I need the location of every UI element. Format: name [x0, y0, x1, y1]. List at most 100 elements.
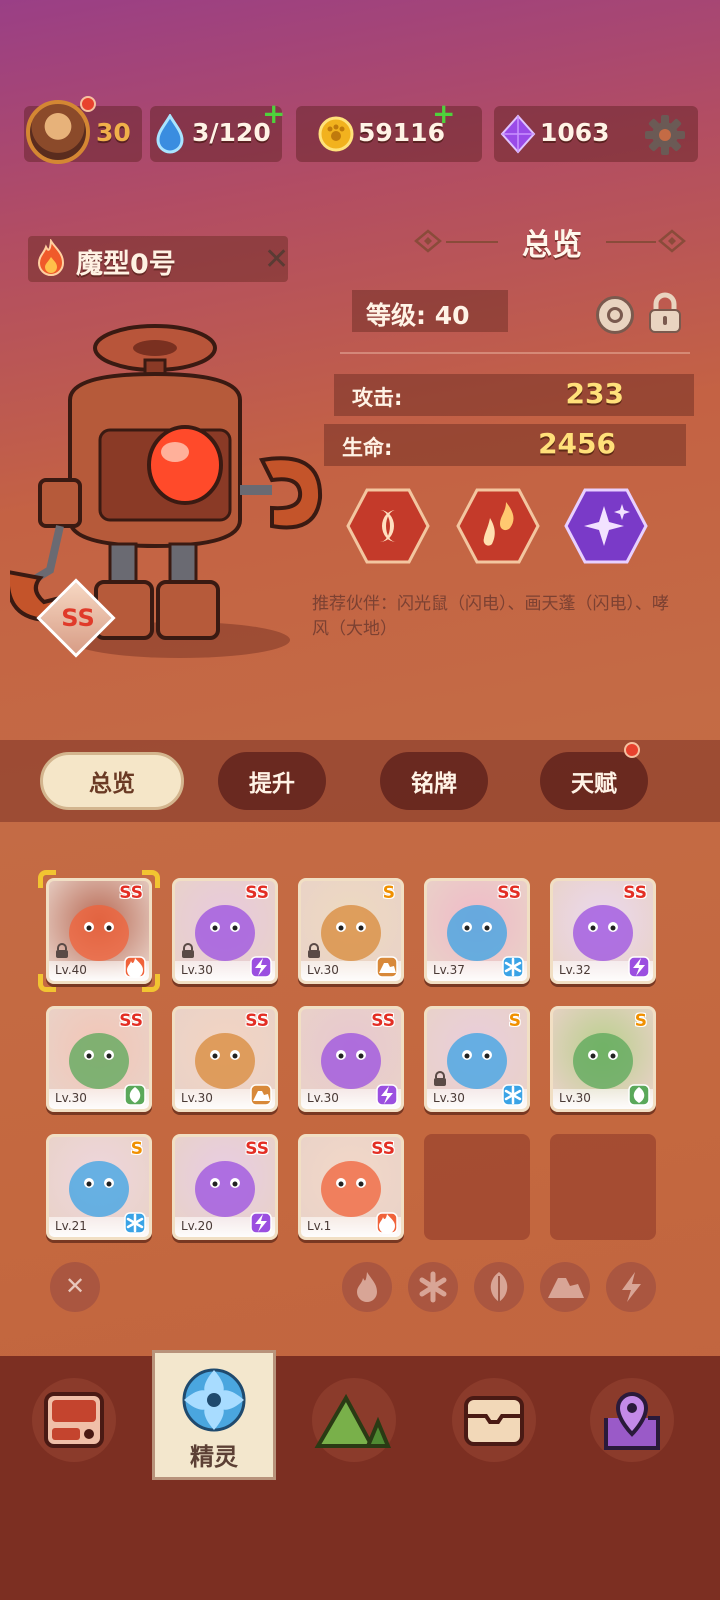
lock-icon — [432, 1071, 448, 1087]
sprite-level: Lv.30 — [181, 1091, 213, 1105]
sprite-level: Lv.40 — [55, 963, 87, 977]
sprite-grade: SS — [245, 1139, 269, 1159]
sprite-name: 魔型0号 — [76, 249, 176, 280]
lock-icon — [306, 943, 322, 959]
sprite-card[interactable]: SS Lv.37 — [424, 878, 530, 984]
tab-overview[interactable]: 总览 — [40, 752, 184, 810]
lock-icon[interactable] — [646, 292, 684, 334]
attack-label: 攻击: — [352, 386, 403, 410]
ornament-line-right — [606, 241, 656, 243]
wood-element-icon — [124, 1084, 146, 1106]
fire-filter-icon[interactable] — [342, 1262, 392, 1312]
sprite-card[interactable]: SS Lv.30 — [46, 1006, 152, 1112]
clear-filter-icon[interactable]: ✕ — [50, 1262, 100, 1312]
sprite-grade: S — [382, 883, 395, 903]
sprite-card[interactable]: S Lv.21 — [46, 1134, 152, 1240]
grade-badge-label: SS — [61, 604, 95, 632]
energy-value: 3/120 — [192, 118, 271, 147]
panel-title: 总览 — [522, 228, 582, 263]
fire-icon — [37, 239, 65, 276]
earth-element-icon — [250, 1084, 272, 1106]
sprite-card[interactable]: SS Lv.20 — [172, 1134, 278, 1240]
lightning-element-icon — [628, 956, 650, 978]
player-level: 30 — [96, 118, 131, 147]
sprite-grade: SS — [245, 1011, 269, 1031]
lightning-filter-icon[interactable] — [606, 1262, 656, 1312]
sprite-level: Lv.30 — [307, 1091, 339, 1105]
sprite-grade: SS — [623, 883, 647, 903]
lock-icon — [180, 943, 196, 959]
attack-value: 233 — [565, 377, 624, 410]
tab-nameplate[interactable]: 铭牌 — [380, 752, 488, 810]
sprite-grade: SS — [119, 883, 143, 903]
sprite-grade: SS — [245, 883, 269, 903]
skill-sparkle-icon[interactable] — [564, 488, 648, 564]
sprite-icon — [182, 1368, 246, 1432]
sprite-card[interactable]: SS Lv.30 — [298, 1006, 404, 1112]
tab-talent[interactable]: 天赋 — [540, 752, 648, 810]
target-icon[interactable] — [596, 296, 634, 334]
sprite-level: Lv.20 — [181, 1219, 213, 1233]
talent-notification-dot — [624, 742, 640, 758]
level-label: 等级: 40 — [366, 301, 470, 330]
sprite-level: Lv.32 — [559, 963, 591, 977]
gem-icon — [500, 114, 536, 154]
ornament-line-left — [446, 241, 498, 243]
hp-label: 生命: — [342, 436, 393, 460]
nav-sprites-tab[interactable]: 精灵 — [152, 1350, 276, 1480]
attack-row: 攻击: 233 — [334, 374, 694, 416]
hp-row: 生命: 2456 — [324, 424, 686, 466]
sprite-level: Lv.30 — [55, 1091, 87, 1105]
map-pin-icon[interactable] — [590, 1378, 674, 1462]
close-icon[interactable]: ✕ — [264, 242, 289, 277]
sprite-grade: S — [634, 1011, 647, 1031]
gem-value: 1063 — [540, 118, 610, 147]
ice-element-icon — [124, 1212, 146, 1234]
player-avatar[interactable] — [26, 100, 90, 164]
sprite-level: Lv.30 — [559, 1091, 591, 1105]
sprite-card[interactable]: SS Lv.30 — [172, 1006, 278, 1112]
avatar-notification-dot — [80, 96, 96, 112]
sprite-card[interactable]: S Lv.30 — [298, 878, 404, 984]
wood-filter-icon[interactable] — [474, 1262, 524, 1312]
sprite-grade: SS — [497, 883, 521, 903]
skill-fireball-icon[interactable] — [456, 488, 540, 564]
add-energy-icon[interactable]: + — [262, 100, 285, 128]
fire-element-icon — [376, 1212, 398, 1234]
top-resource-bar: 30 3/120 + 59116 + 1063 — [0, 96, 720, 164]
empty-slot — [550, 1134, 656, 1240]
sprite-level: Lv.37 — [433, 963, 465, 977]
water-drop-icon — [156, 114, 184, 154]
sprite-card[interactable]: SS Lv.40 — [46, 878, 152, 984]
sprite-level: Lv.30 — [181, 963, 213, 977]
ornament-left-icon — [414, 229, 442, 253]
sprite-card[interactable]: SS Lv.32 — [550, 878, 656, 984]
tab-upgrade[interactable]: 提升 — [218, 752, 326, 810]
ice-element-icon — [502, 956, 524, 978]
lock-icon — [54, 943, 70, 959]
ice-filter-icon[interactable] — [408, 1262, 458, 1312]
panel-divider — [340, 352, 690, 354]
earth-filter-icon[interactable] — [540, 1262, 590, 1312]
shop-icon[interactable] — [32, 1378, 116, 1462]
sprite-level: Lv.30 — [307, 963, 339, 977]
sprite-grade: S — [130, 1139, 143, 1159]
skill-crescent-icon[interactable] — [346, 488, 430, 564]
fire-element-icon — [124, 956, 146, 978]
sprite-card[interactable]: SS Lv.30 — [172, 878, 278, 984]
sprite-card[interactable]: S Lv.30 — [424, 1006, 530, 1112]
add-coins-icon[interactable]: + — [432, 100, 455, 128]
nav-sprites-label: 精灵 — [190, 1443, 238, 1471]
chest-icon[interactable] — [452, 1378, 536, 1462]
recommended-partners: 推荐伙伴：闪光鼠（闪电）、画天蓬（闪电）、哮风（大地） — [312, 594, 669, 639]
sprite-grade: S — [508, 1011, 521, 1031]
sprite-level: Lv.21 — [55, 1219, 87, 1233]
mountain-icon[interactable] — [312, 1378, 396, 1462]
lightning-element-icon — [376, 1084, 398, 1106]
sprite-grade: SS — [371, 1139, 395, 1159]
settings-gear-icon[interactable] — [644, 114, 686, 156]
sprite-card[interactable]: SS Lv.1 — [298, 1134, 404, 1240]
empty-slot — [424, 1134, 530, 1240]
sprite-card[interactable]: S Lv.30 — [550, 1006, 656, 1112]
tab-bar: 总览 提升 铭牌 天赋 — [0, 740, 720, 822]
